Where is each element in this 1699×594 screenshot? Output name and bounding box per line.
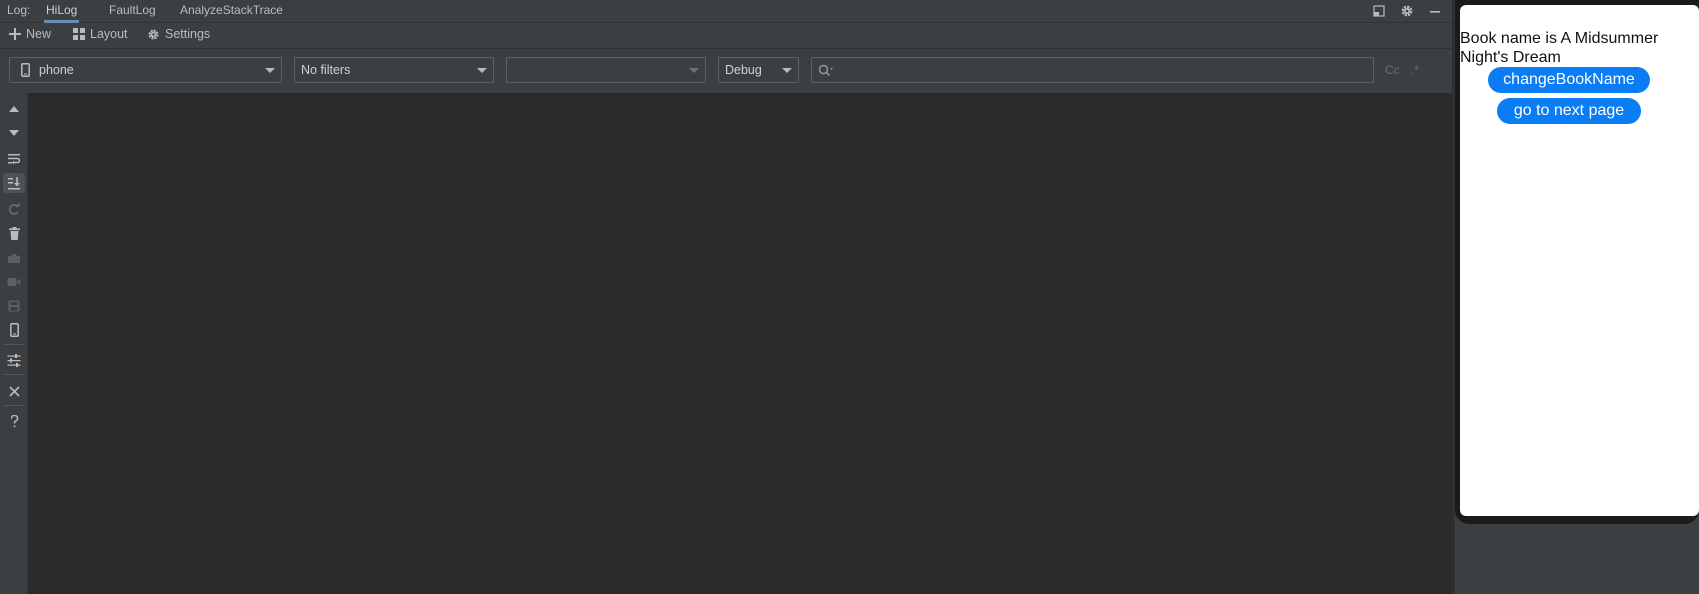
log-filter-select[interactable]: No filters xyxy=(294,57,494,83)
log-search-box xyxy=(811,57,1374,83)
log-search-input[interactable] xyxy=(838,60,1368,80)
layout-button[interactable]: Layout xyxy=(73,27,128,41)
chevron-down-icon xyxy=(689,68,699,73)
filter-sliders-icon[interactable] xyxy=(3,350,25,370)
process-select[interactable] xyxy=(506,57,706,83)
chevron-down-icon xyxy=(782,68,792,73)
log-panel: Log: HiLog FaultLog AnalyzeStackTrace Ne… xyxy=(0,0,1452,594)
settings-button-label: Settings xyxy=(165,27,211,41)
soft-wrap-icon[interactable] xyxy=(3,149,25,169)
device-phone-icon[interactable] xyxy=(3,320,25,340)
regex-toggle[interactable]: .* xyxy=(1411,63,1419,77)
tab-faultlog-label: FaultLog xyxy=(109,3,156,17)
go-to-next-page-button[interactable]: go to next page xyxy=(1497,98,1641,124)
filter-bar: phone No filters Debug Cc .* xyxy=(0,49,1452,93)
book-name-text: Book name is A Midsummer Night's Dream xyxy=(1460,30,1659,66)
log-side-toolbar xyxy=(0,93,28,594)
scroll-to-end-icon[interactable] xyxy=(3,173,25,193)
side-toolbar-divider xyxy=(4,344,24,345)
device-select[interactable]: phone xyxy=(9,57,282,83)
app-window: Log: HiLog FaultLog AnalyzeStackTrace Ne… xyxy=(0,0,1699,594)
change-book-name-button[interactable]: changeBookName xyxy=(1488,67,1650,93)
previewer-panel: Book name is A Midsummer Night's Dream c… xyxy=(1455,0,1699,594)
screenshot-camera-icon[interactable] xyxy=(3,248,25,268)
scroll-down-icon[interactable] xyxy=(3,123,25,143)
phone-icon xyxy=(21,63,30,77)
screen-record-icon[interactable] xyxy=(3,272,25,292)
match-case-toggle[interactable]: Cc xyxy=(1385,63,1400,77)
log-tabs-prefix: Log: xyxy=(7,3,31,17)
tab-hilog-label: HiLog xyxy=(46,3,78,17)
tab-analyze-stack-trace-label: AnalyzeStackTrace xyxy=(180,3,283,17)
tab-analyze-stack-trace[interactable]: AnalyzeStackTrace xyxy=(178,3,285,23)
side-toolbar-divider xyxy=(4,374,24,375)
search-icon xyxy=(818,64,833,77)
log-output-area[interactable] xyxy=(28,93,1452,594)
restart-icon[interactable] xyxy=(3,199,25,219)
new-button[interactable]: New xyxy=(9,27,51,41)
close-icon[interactable] xyxy=(3,381,25,401)
settings-button[interactable]: Settings xyxy=(147,27,210,41)
save-log-icon[interactable] xyxy=(3,296,25,316)
log-tab-bar: Log: HiLog FaultLog AnalyzeStackTrace xyxy=(0,0,1452,23)
log-filter-select-value: No filters xyxy=(301,63,351,77)
log-level-select-value: Debug xyxy=(725,63,762,77)
layout-button-label: Layout xyxy=(90,27,128,41)
device-frame: Book name is A Midsummer Night's Dream c… xyxy=(1455,0,1699,524)
chevron-down-icon xyxy=(477,68,487,73)
log-level-select[interactable]: Debug xyxy=(718,57,799,83)
side-toolbar-divider xyxy=(4,405,24,406)
gear-icon[interactable] xyxy=(1398,2,1416,20)
help-question-icon[interactable] xyxy=(3,411,25,431)
chevron-down-icon xyxy=(265,68,275,73)
device-screen: Book name is A Midsummer Night's Dream c… xyxy=(1460,5,1699,516)
window-controls xyxy=(1370,2,1444,20)
gear-icon xyxy=(148,28,159,40)
log-toolbar: New Layout Settings xyxy=(0,23,1452,49)
clear-log-trash-icon[interactable] xyxy=(3,223,25,243)
scroll-up-icon[interactable] xyxy=(3,99,25,119)
device-select-value: phone xyxy=(39,63,74,77)
layout-grid-icon xyxy=(73,28,85,40)
tab-faultlog[interactable]: FaultLog xyxy=(107,3,158,23)
tab-hilog[interactable]: HiLog xyxy=(44,3,80,23)
restore-layout-icon[interactable] xyxy=(1370,2,1388,20)
plus-icon xyxy=(9,28,21,40)
new-button-label: New xyxy=(26,27,52,41)
minimize-icon[interactable] xyxy=(1426,2,1444,20)
